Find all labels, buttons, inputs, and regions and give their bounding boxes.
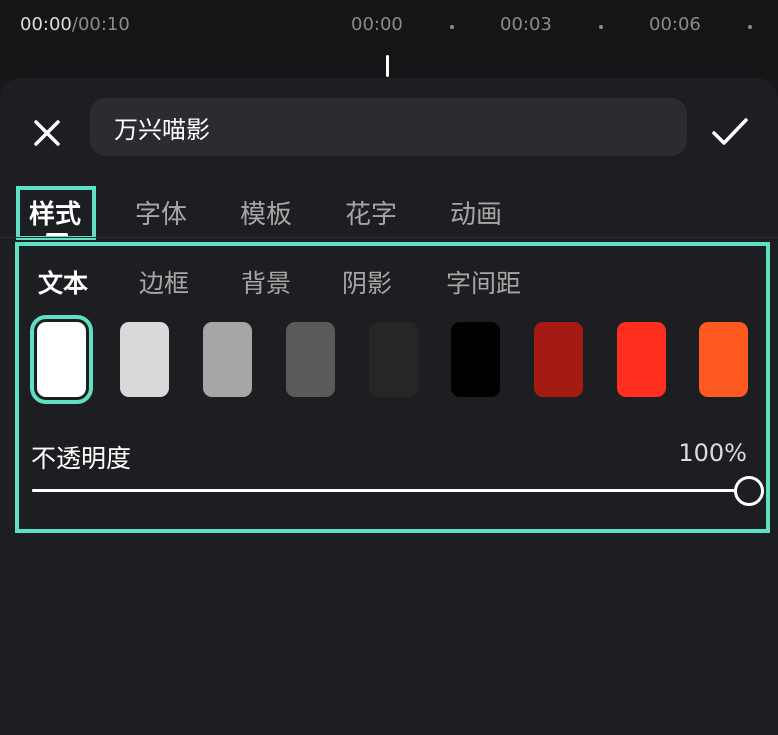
subtab-letter-spacing[interactable]: 字间距 [446,264,521,300]
tab-fancy-text[interactable]: 花字 [345,194,397,231]
timeline-header: 00:00/00:10 00:00 00:03 00:06 [0,0,778,80]
close-button[interactable] [28,114,66,152]
color-swatch-dark-red[interactable] [534,322,583,397]
text-style-panel: 样式 字体 模板 花字 动画 文本 边框 背景 阴影 字间距 不透明度 100% [0,78,778,735]
opacity-slider-fill [32,489,749,492]
timeline-mark: 00:03 [500,14,552,35]
tab-template[interactable]: 模板 [240,194,292,231]
tabs-divider [0,237,778,238]
subtab-background[interactable]: 背景 [241,264,291,300]
color-swatch-black[interactable] [451,322,500,397]
timeline-mark: 00:00 [351,14,403,35]
subtab-text[interactable]: 文本 [38,264,88,300]
subtab-shadow[interactable]: 阴影 [342,264,392,300]
color-swatch-light-gray[interactable] [120,322,169,397]
color-swatch-charcoal[interactable] [369,322,418,397]
color-swatch-orange[interactable] [699,322,748,397]
color-swatch-red[interactable] [617,322,666,397]
playhead[interactable] [386,55,389,77]
opacity-slider-track[interactable] [32,489,749,492]
timeline-mark: 00:06 [649,14,701,35]
tab-font[interactable]: 字体 [135,194,187,231]
checkmark-icon [712,118,748,145]
main-tabs: 样式 字体 模板 花字 动画 [0,188,778,238]
color-swatch-white[interactable] [30,315,93,404]
timeline-tick-dot [599,25,603,29]
timeline-tick-dot [450,25,454,29]
tab-animation[interactable]: 动画 [450,194,502,231]
text-input[interactable] [90,98,687,156]
playback-time: 00:00/00:10 [20,14,130,35]
timeline-tick-dot [748,25,752,29]
color-swatch-dark-gray[interactable] [286,322,335,397]
style-settings-section: 文本 边框 背景 阴影 字间距 不透明度 100% [15,242,770,533]
highlight-box-style-tab [16,186,96,240]
close-icon [34,120,60,146]
opacity-slider-handle[interactable] [734,476,764,506]
confirm-button[interactable] [708,112,752,152]
current-time: 00:00 [20,14,72,35]
color-swatch-gray[interactable] [203,322,252,397]
opacity-label: 不透明度 [31,444,132,473]
total-time: /00:10 [71,14,130,35]
opacity-value: 100% [678,439,747,467]
subtab-border[interactable]: 边框 [139,264,189,300]
